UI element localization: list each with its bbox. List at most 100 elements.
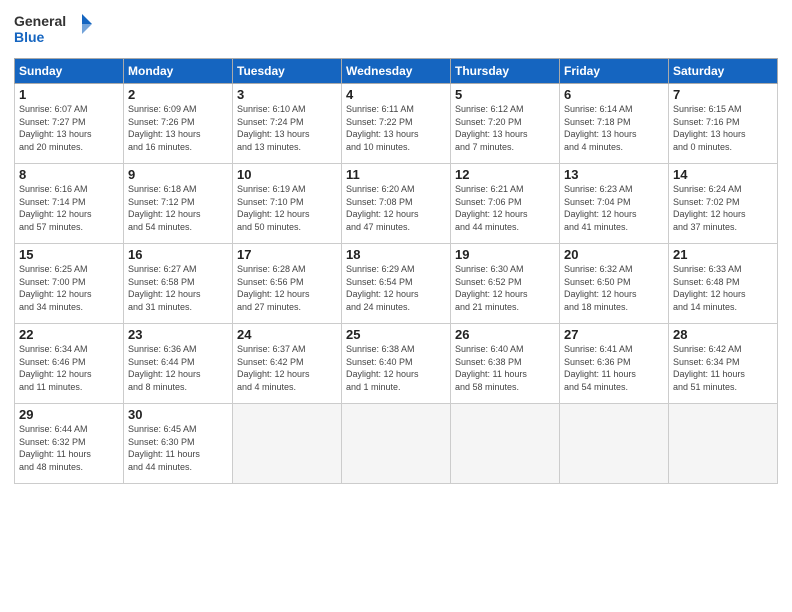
day-number: 20: [564, 247, 664, 262]
day-header-sunday: Sunday: [15, 59, 124, 84]
day-cell-25: 25Sunrise: 6:38 AM Sunset: 6:40 PM Dayli…: [342, 324, 451, 404]
day-info: Sunrise: 6:37 AM Sunset: 6:42 PM Dayligh…: [237, 343, 337, 393]
day-info: Sunrise: 6:18 AM Sunset: 7:12 PM Dayligh…: [128, 183, 228, 233]
week-row-3: 15Sunrise: 6:25 AM Sunset: 7:00 PM Dayli…: [15, 244, 778, 324]
day-info: Sunrise: 6:44 AM Sunset: 6:32 PM Dayligh…: [19, 423, 119, 473]
day-header-friday: Friday: [560, 59, 669, 84]
empty-cell: [342, 404, 451, 484]
day-info: Sunrise: 6:30 AM Sunset: 6:52 PM Dayligh…: [455, 263, 555, 313]
day-info: Sunrise: 6:34 AM Sunset: 6:46 PM Dayligh…: [19, 343, 119, 393]
day-cell-19: 19Sunrise: 6:30 AM Sunset: 6:52 PM Dayli…: [451, 244, 560, 324]
day-header-wednesday: Wednesday: [342, 59, 451, 84]
week-row-5: 29Sunrise: 6:44 AM Sunset: 6:32 PM Dayli…: [15, 404, 778, 484]
day-number: 11: [346, 167, 446, 182]
day-cell-26: 26Sunrise: 6:40 AM Sunset: 6:38 PM Dayli…: [451, 324, 560, 404]
day-info: Sunrise: 6:15 AM Sunset: 7:16 PM Dayligh…: [673, 103, 773, 153]
day-cell-24: 24Sunrise: 6:37 AM Sunset: 6:42 PM Dayli…: [233, 324, 342, 404]
day-header-thursday: Thursday: [451, 59, 560, 84]
day-cell-1: 1Sunrise: 6:07 AM Sunset: 7:27 PM Daylig…: [15, 84, 124, 164]
header: General Blue: [14, 10, 778, 50]
day-number: 18: [346, 247, 446, 262]
day-cell-21: 21Sunrise: 6:33 AM Sunset: 6:48 PM Dayli…: [669, 244, 778, 324]
day-cell-3: 3Sunrise: 6:10 AM Sunset: 7:24 PM Daylig…: [233, 84, 342, 164]
day-number: 9: [128, 167, 228, 182]
day-info: Sunrise: 6:25 AM Sunset: 7:00 PM Dayligh…: [19, 263, 119, 313]
day-cell-15: 15Sunrise: 6:25 AM Sunset: 7:00 PM Dayli…: [15, 244, 124, 324]
day-info: Sunrise: 6:45 AM Sunset: 6:30 PM Dayligh…: [128, 423, 228, 473]
day-number: 25: [346, 327, 446, 342]
day-number: 28: [673, 327, 773, 342]
logo: General Blue: [14, 10, 94, 50]
day-header-monday: Monday: [124, 59, 233, 84]
day-number: 16: [128, 247, 228, 262]
day-cell-28: 28Sunrise: 6:42 AM Sunset: 6:34 PM Dayli…: [669, 324, 778, 404]
day-info: Sunrise: 6:07 AM Sunset: 7:27 PM Dayligh…: [19, 103, 119, 153]
day-number: 12: [455, 167, 555, 182]
day-info: Sunrise: 6:24 AM Sunset: 7:02 PM Dayligh…: [673, 183, 773, 233]
day-number: 15: [19, 247, 119, 262]
day-number: 23: [128, 327, 228, 342]
page-container: General Blue SundayMondayTuesdayWednesda…: [0, 0, 792, 492]
day-number: 10: [237, 167, 337, 182]
day-info: Sunrise: 6:40 AM Sunset: 6:38 PM Dayligh…: [455, 343, 555, 393]
day-info: Sunrise: 6:16 AM Sunset: 7:14 PM Dayligh…: [19, 183, 119, 233]
day-number: 29: [19, 407, 119, 422]
day-cell-8: 8Sunrise: 6:16 AM Sunset: 7:14 PM Daylig…: [15, 164, 124, 244]
day-number: 5: [455, 87, 555, 102]
day-info: Sunrise: 6:14 AM Sunset: 7:18 PM Dayligh…: [564, 103, 664, 153]
day-header-saturday: Saturday: [669, 59, 778, 84]
day-number: 4: [346, 87, 446, 102]
day-number: 14: [673, 167, 773, 182]
day-number: 24: [237, 327, 337, 342]
week-row-1: 1Sunrise: 6:07 AM Sunset: 7:27 PM Daylig…: [15, 84, 778, 164]
day-number: 17: [237, 247, 337, 262]
day-info: Sunrise: 6:10 AM Sunset: 7:24 PM Dayligh…: [237, 103, 337, 153]
empty-cell: [451, 404, 560, 484]
day-cell-11: 11Sunrise: 6:20 AM Sunset: 7:08 PM Dayli…: [342, 164, 451, 244]
day-info: Sunrise: 6:09 AM Sunset: 7:26 PM Dayligh…: [128, 103, 228, 153]
day-number: 30: [128, 407, 228, 422]
day-number: 21: [673, 247, 773, 262]
day-cell-23: 23Sunrise: 6:36 AM Sunset: 6:44 PM Dayli…: [124, 324, 233, 404]
calendar-table: SundayMondayTuesdayWednesdayThursdayFrid…: [14, 58, 778, 484]
day-number: 22: [19, 327, 119, 342]
day-info: Sunrise: 6:11 AM Sunset: 7:22 PM Dayligh…: [346, 103, 446, 153]
day-number: 1: [19, 87, 119, 102]
day-cell-5: 5Sunrise: 6:12 AM Sunset: 7:20 PM Daylig…: [451, 84, 560, 164]
day-cell-29: 29Sunrise: 6:44 AM Sunset: 6:32 PM Dayli…: [15, 404, 124, 484]
day-info: Sunrise: 6:33 AM Sunset: 6:48 PM Dayligh…: [673, 263, 773, 313]
day-info: Sunrise: 6:19 AM Sunset: 7:10 PM Dayligh…: [237, 183, 337, 233]
day-number: 27: [564, 327, 664, 342]
day-number: 2: [128, 87, 228, 102]
day-cell-12: 12Sunrise: 6:21 AM Sunset: 7:06 PM Dayli…: [451, 164, 560, 244]
day-cell-9: 9Sunrise: 6:18 AM Sunset: 7:12 PM Daylig…: [124, 164, 233, 244]
day-number: 3: [237, 87, 337, 102]
week-row-2: 8Sunrise: 6:16 AM Sunset: 7:14 PM Daylig…: [15, 164, 778, 244]
day-number: 6: [564, 87, 664, 102]
day-info: Sunrise: 6:27 AM Sunset: 6:58 PM Dayligh…: [128, 263, 228, 313]
day-info: Sunrise: 6:32 AM Sunset: 6:50 PM Dayligh…: [564, 263, 664, 313]
logo-svg: General Blue: [14, 10, 94, 50]
day-cell-17: 17Sunrise: 6:28 AM Sunset: 6:56 PM Dayli…: [233, 244, 342, 324]
day-cell-6: 6Sunrise: 6:14 AM Sunset: 7:18 PM Daylig…: [560, 84, 669, 164]
day-cell-22: 22Sunrise: 6:34 AM Sunset: 6:46 PM Dayli…: [15, 324, 124, 404]
day-number: 8: [19, 167, 119, 182]
day-number: 19: [455, 247, 555, 262]
day-header-tuesday: Tuesday: [233, 59, 342, 84]
day-info: Sunrise: 6:36 AM Sunset: 6:44 PM Dayligh…: [128, 343, 228, 393]
day-info: Sunrise: 6:42 AM Sunset: 6:34 PM Dayligh…: [673, 343, 773, 393]
day-info: Sunrise: 6:21 AM Sunset: 7:06 PM Dayligh…: [455, 183, 555, 233]
week-row-4: 22Sunrise: 6:34 AM Sunset: 6:46 PM Dayli…: [15, 324, 778, 404]
day-info: Sunrise: 6:28 AM Sunset: 6:56 PM Dayligh…: [237, 263, 337, 313]
day-cell-7: 7Sunrise: 6:15 AM Sunset: 7:16 PM Daylig…: [669, 84, 778, 164]
day-info: Sunrise: 6:23 AM Sunset: 7:04 PM Dayligh…: [564, 183, 664, 233]
day-cell-10: 10Sunrise: 6:19 AM Sunset: 7:10 PM Dayli…: [233, 164, 342, 244]
day-cell-30: 30Sunrise: 6:45 AM Sunset: 6:30 PM Dayli…: [124, 404, 233, 484]
day-cell-2: 2Sunrise: 6:09 AM Sunset: 7:26 PM Daylig…: [124, 84, 233, 164]
empty-cell: [560, 404, 669, 484]
day-info: Sunrise: 6:41 AM Sunset: 6:36 PM Dayligh…: [564, 343, 664, 393]
day-info: Sunrise: 6:12 AM Sunset: 7:20 PM Dayligh…: [455, 103, 555, 153]
day-number: 13: [564, 167, 664, 182]
day-cell-27: 27Sunrise: 6:41 AM Sunset: 6:36 PM Dayli…: [560, 324, 669, 404]
day-cell-18: 18Sunrise: 6:29 AM Sunset: 6:54 PM Dayli…: [342, 244, 451, 324]
